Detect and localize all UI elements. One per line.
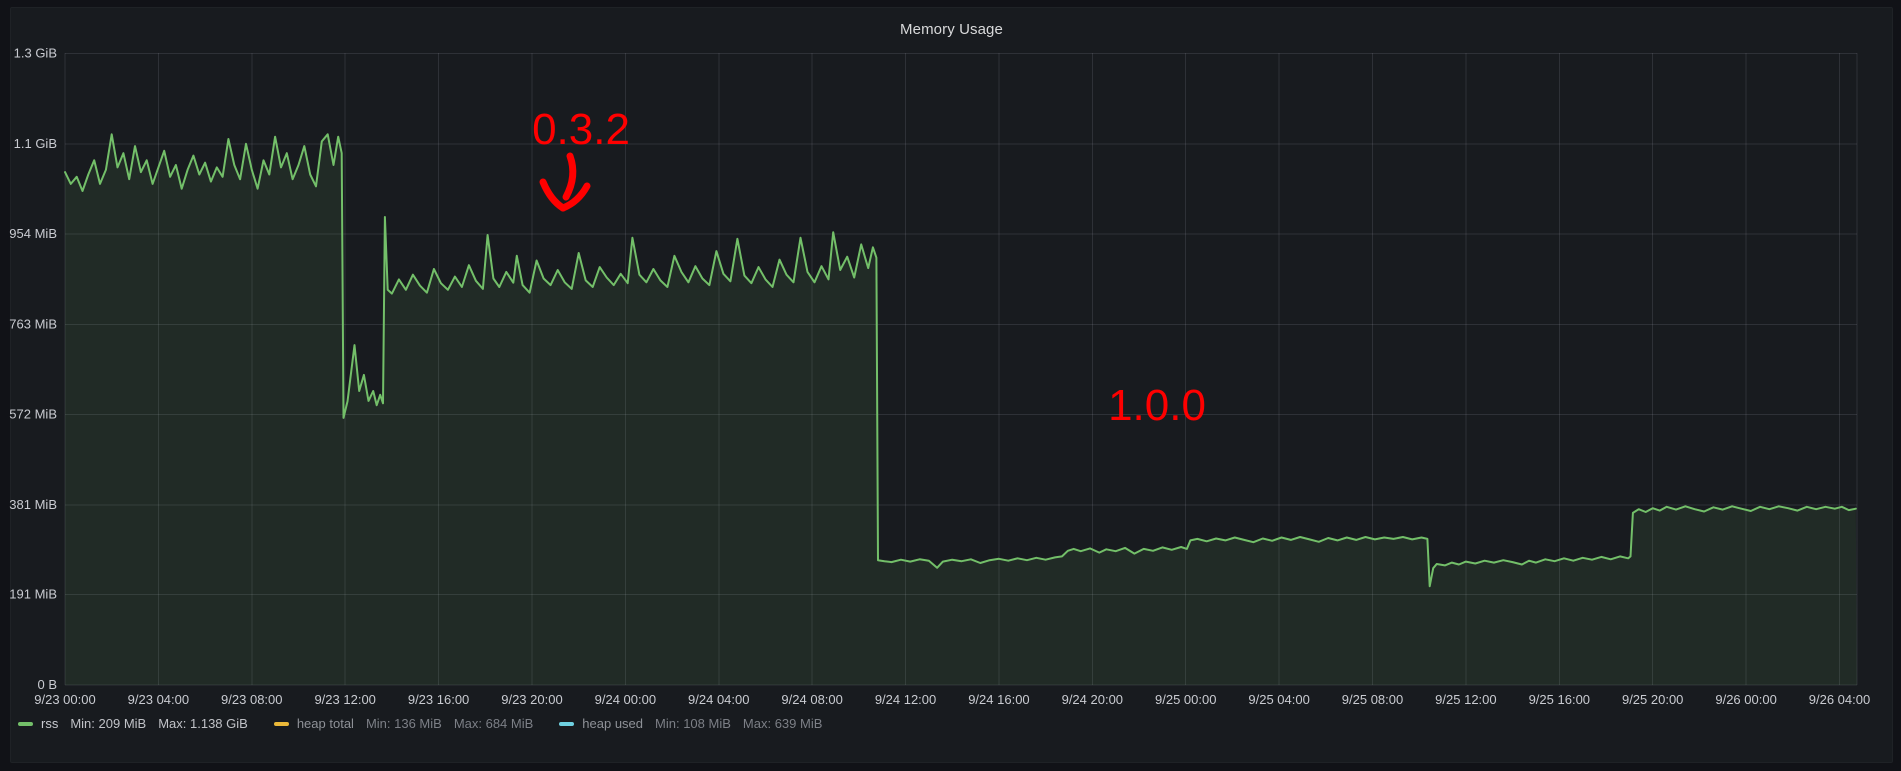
y-axis-tick-label: 191 MiB (9, 587, 57, 602)
x-axis-tick-label: 9/26 00:00 (1715, 692, 1776, 707)
x-axis-tick-label: 9/23 12:00 (314, 692, 375, 707)
x-axis-tick-label: 9/25 16:00 (1529, 692, 1590, 707)
legend-series-name[interactable]: heap used (582, 716, 643, 731)
memory-usage-chart[interactable]: 0 B 191 MiB 381 MiB 572 MiB 763 MiB 954 MiB 1.… (0, 0, 1901, 771)
legend-series-name[interactable]: heap total (297, 716, 354, 731)
x-axis-tick-label: 9/25 20:00 (1622, 692, 1683, 707)
annotation-text: 1.0.0 (1108, 381, 1206, 430)
y-axis-tick-label: 381 MiB (9, 497, 57, 512)
panel-title[interactable]: Memory Usage (11, 21, 1892, 38)
x-axis-tick-label: 9/24 16:00 (968, 692, 1029, 707)
x-axis-tick-label: 9/23 20:00 (501, 692, 562, 707)
y-axis-tick-label: 1.3 GiB (14, 45, 57, 60)
legend-series-min: Min: 136 MiB (366, 716, 442, 731)
y-axis-tick-label: 1.1 GiB (14, 136, 57, 151)
x-axis-tick-label: 9/23 08:00 (221, 692, 282, 707)
legend-item-heap-total[interactable]: heap total Min: 136 MiB Max: 684 MiB (274, 716, 533, 731)
legend-series-swatch (18, 722, 33, 726)
legend-series-min: Min: 108 MiB (655, 716, 731, 731)
legend-series-swatch (274, 722, 289, 726)
legend-series-max: Max: 684 MiB (454, 716, 533, 731)
annotation-text: 0.3.2 (532, 105, 630, 154)
legend-item-rss[interactable]: rss Min: 209 MiB Max: 1.138 GiB (18, 716, 248, 731)
legend-item-heap-used[interactable]: heap used Min: 108 MiB Max: 639 MiB (559, 716, 822, 731)
x-axis-tick-label: 9/23 04:00 (128, 692, 189, 707)
y-axis-tick-label: 0 B (37, 677, 57, 692)
x-axis-tick-label: 9/24 04:00 (688, 692, 749, 707)
legend-series-name[interactable]: rss (41, 716, 58, 731)
x-axis-tick-label: 9/25 04:00 (1248, 692, 1309, 707)
x-axis-tick-label: 9/25 12:00 (1435, 692, 1496, 707)
legend-series-max: Max: 1.138 GiB (158, 716, 248, 731)
x-axis-tick-label: 9/24 12:00 (875, 692, 936, 707)
x-axis-tick-label: 9/26 04:00 (1809, 692, 1870, 707)
x-axis-tick-label: 9/23 00:00 (34, 692, 95, 707)
legend-series-min: Min: 209 MiB (70, 716, 146, 731)
x-axis-tick-label: 9/24 00:00 (595, 692, 656, 707)
grafana-memory-panel-screenshot: { "theme": { "page_background": "#111217… (0, 0, 1901, 771)
x-axis-tick-label: 9/24 08:00 (781, 692, 842, 707)
legend-series-max: Max: 639 MiB (743, 716, 822, 731)
y-axis-tick-label: 572 MiB (9, 407, 57, 422)
x-axis-tick-label: 9/23 16:00 (408, 692, 469, 707)
x-axis-tick-label: 9/25 00:00 (1155, 692, 1216, 707)
legend-series-swatch (559, 722, 574, 726)
x-axis-tick-label: 9/25 08:00 (1342, 692, 1403, 707)
y-axis-tick-label: 954 MiB (9, 226, 57, 241)
y-axis-tick-label: 763 MiB (9, 316, 57, 331)
chart-legend: rss Min: 209 MiB Max: 1.138 GiB heap tot… (18, 716, 822, 731)
x-axis-tick-label: 9/24 20:00 (1062, 692, 1123, 707)
